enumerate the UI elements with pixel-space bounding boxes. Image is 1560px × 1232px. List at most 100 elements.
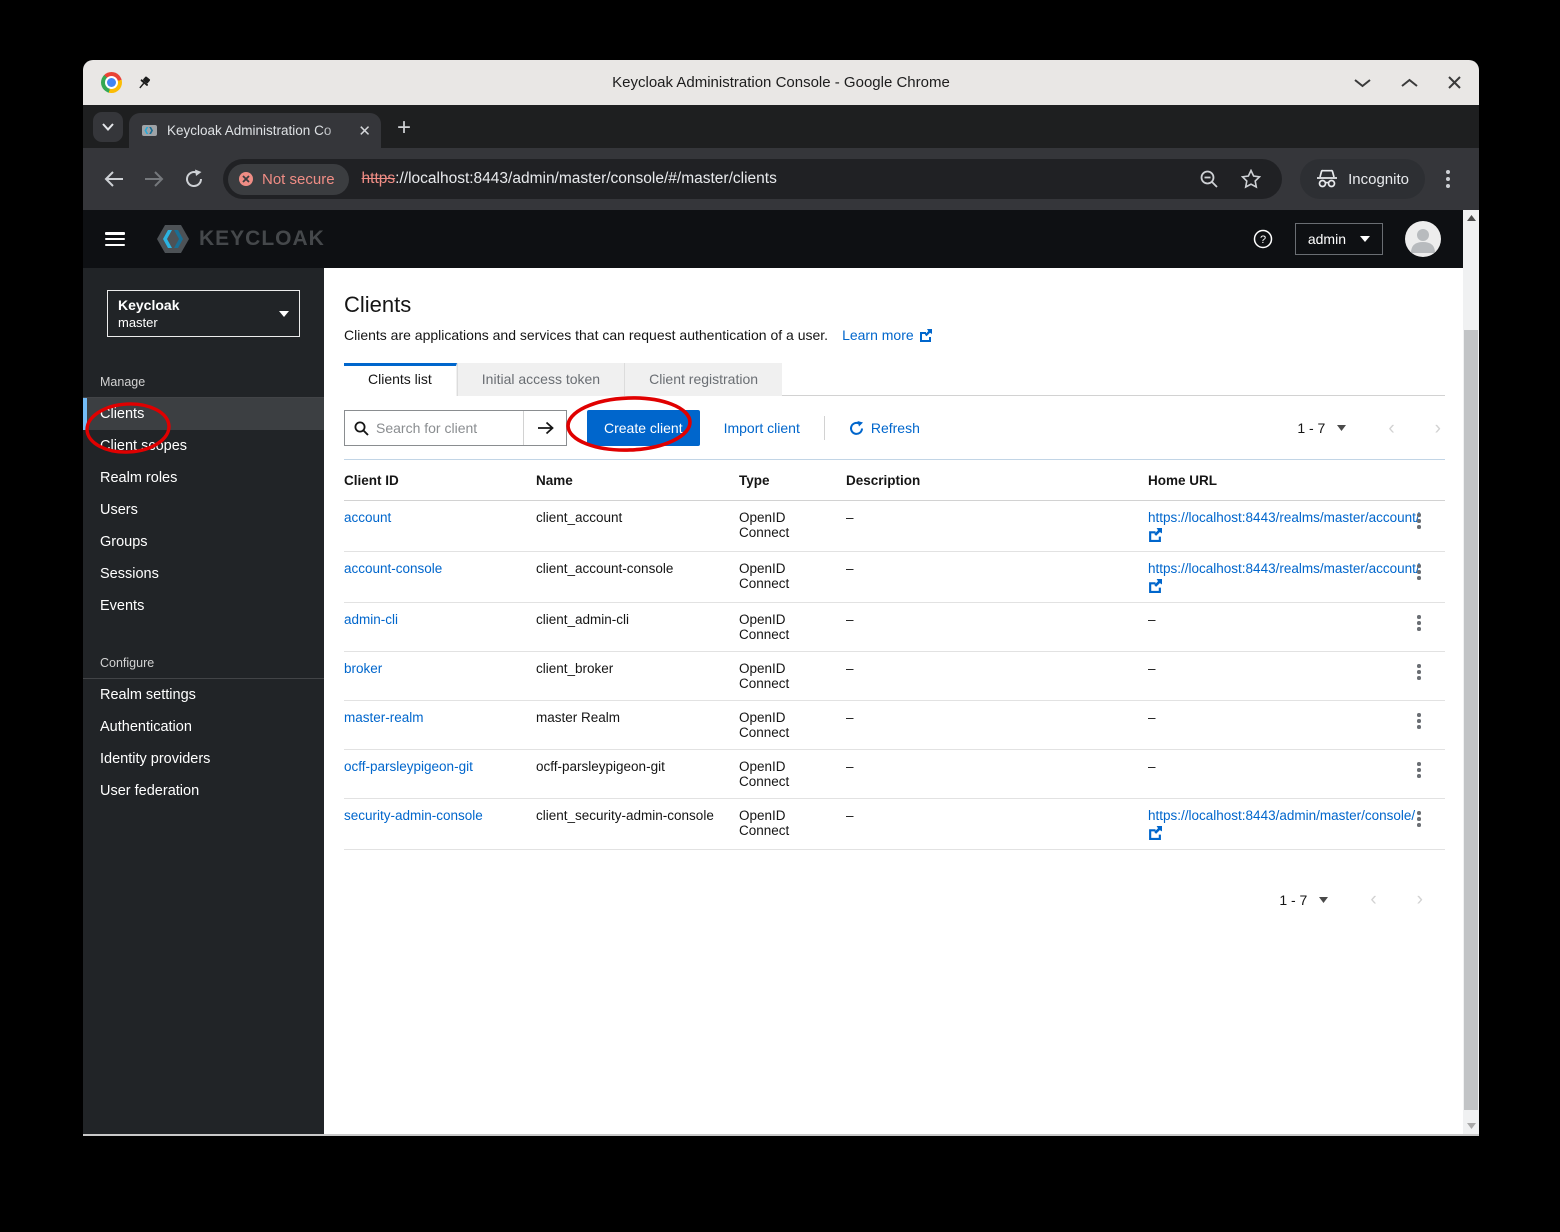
scrollbar-down-arrow[interactable] <box>1463 1118 1479 1134</box>
pagination-next-button[interactable]: › <box>1417 890 1423 909</box>
client-id-link[interactable]: account <box>344 510 391 525</box>
pagination-range: 1 - 7 <box>1279 891 1308 908</box>
browser-tab-active[interactable]: Keycloak Administration Co ✕ <box>129 113 381 148</box>
realm-selector[interactable]: Keycloak master <box>107 290 300 337</box>
refresh-button[interactable]: Refresh <box>849 420 920 436</box>
table-row: broker client_broker OpenID Connect – – <box>344 651 1445 701</box>
address-bar[interactable]: Not secure https://localhost:8443/admin/… <box>223 159 1283 199</box>
window-close-button[interactable] <box>1448 76 1461 89</box>
sidebar-item-identity-providers[interactable]: Identity providers <box>83 743 324 775</box>
not-secure-chip[interactable]: Not secure <box>228 163 349 195</box>
client-description: – <box>846 500 1148 552</box>
client-description: – <box>846 651 1148 701</box>
home-url-external-icon[interactable] <box>1148 528 1393 542</box>
sidebar-item-sessions[interactable]: Sessions <box>83 558 324 590</box>
sidebar-item-client-scopes[interactable]: Client scopes <box>83 430 324 462</box>
tab-search-button[interactable] <box>93 112 123 142</box>
create-client-button[interactable]: Create client <box>587 410 700 446</box>
client-name: client_account-console <box>536 551 739 603</box>
tab-title: Keycloak Administration Co <box>167 123 332 138</box>
home-url-empty: – <box>1148 710 1156 725</box>
row-actions-kebab[interactable] <box>1403 612 1435 631</box>
forward-button[interactable] <box>137 162 171 196</box>
nav-toggle-icon[interactable] <box>105 232 125 246</box>
keycloak-logo[interactable]: KEYCLOAK <box>155 223 325 255</box>
client-id-link[interactable]: security-admin-console <box>344 808 483 823</box>
import-client-link[interactable]: Import client <box>724 420 800 436</box>
row-actions-kebab[interactable] <box>1403 710 1435 729</box>
page-scrollbar[interactable] <box>1463 210 1479 1134</box>
home-url-empty: – <box>1148 759 1156 774</box>
user-name: admin <box>1307 231 1346 247</box>
tab-clients-list[interactable]: Clients list <box>344 363 457 396</box>
row-actions-kebab[interactable] <box>1403 661 1435 680</box>
sidebar-item-user-federation[interactable]: User federation <box>83 775 324 807</box>
zoom-out-icon[interactable] <box>1192 162 1226 196</box>
pagination-top: 1 - 7 ‹ › <box>1297 419 1445 438</box>
home-url-link[interactable]: https://localhost:8443/realms/master/acc… <box>1148 510 1420 525</box>
client-id-link[interactable]: account-console <box>344 561 442 576</box>
home-url-external-icon[interactable] <box>1148 579 1393 593</box>
sidebar-item-realm-settings[interactable]: Realm settings <box>83 679 324 711</box>
client-description: – <box>846 798 1148 850</box>
client-type: OpenID Connect <box>739 749 846 799</box>
pagination-next-button[interactable]: › <box>1435 419 1441 438</box>
search-input[interactable] <box>376 420 506 436</box>
table-row: security-admin-console client_security-ad… <box>344 798 1445 850</box>
pagination-prev-button[interactable]: ‹ <box>1388 419 1394 438</box>
home-url-external-icon[interactable] <box>1148 826 1393 840</box>
scrollbar-up-arrow[interactable] <box>1463 210 1479 226</box>
page-viewport: KEYCLOAK ? admin Keycloak master Manage … <box>83 210 1479 1134</box>
sidebar-item-realm-roles[interactable]: Realm roles <box>83 462 324 494</box>
sidebar-item-clients[interactable]: Clients <box>83 398 324 430</box>
client-name: master Realm <box>536 700 739 750</box>
reload-button[interactable] <box>177 162 211 196</box>
sidebar: Keycloak master Manage Clients Client scop… <box>83 268 324 1134</box>
realm-selector-current: master <box>118 315 158 330</box>
browser-menu-button[interactable] <box>1431 162 1465 196</box>
scrollbar-thumb[interactable] <box>1464 330 1478 1110</box>
pagination-prev-button[interactable]: ‹ <box>1370 890 1376 909</box>
user-dropdown[interactable]: admin <box>1294 223 1383 255</box>
tab-initial-access-token[interactable]: Initial access token <box>456 363 625 396</box>
client-name: client_security-admin-console <box>536 798 739 850</box>
sidebar-item-authentication[interactable]: Authentication <box>83 711 324 743</box>
chevron-down-icon <box>279 310 289 317</box>
sidebar-item-events[interactable]: Events <box>83 590 324 622</box>
client-id-link[interactable]: master-realm <box>344 710 424 725</box>
table-row: master-realm master Realm OpenID Connect – – <box>344 700 1445 750</box>
home-url-link[interactable]: https://localhost:8443/realms/master/acc… <box>1148 561 1420 576</box>
svg-text:?: ? <box>1260 234 1266 246</box>
home-url-link[interactable]: https://localhost:8443/admin/master/cons… <box>1148 808 1415 823</box>
pagination-range: 1 - 7 <box>1297 420 1326 436</box>
help-icon[interactable]: ? <box>1253 229 1273 249</box>
tab-client-registration[interactable]: Client registration <box>624 363 783 396</box>
column-header: Client ID <box>344 460 536 501</box>
new-tab-button[interactable]: + <box>397 116 411 140</box>
search-submit-button[interactable] <box>523 411 566 445</box>
client-type: OpenID Connect <box>739 700 846 750</box>
bookmark-star-icon[interactable] <box>1234 162 1268 196</box>
incognito-label: Incognito <box>1348 170 1409 188</box>
client-description: – <box>846 602 1148 652</box>
search-icon <box>354 421 369 436</box>
tab-close-icon[interactable]: ✕ <box>358 122 371 140</box>
window-minimize-button[interactable] <box>1354 78 1371 88</box>
client-id-link[interactable]: ocff-parsleypigeon-git <box>344 759 473 774</box>
row-actions-kebab[interactable] <box>1403 759 1435 778</box>
window-maximize-button[interactable] <box>1401 78 1418 88</box>
back-button[interactable] <box>97 162 131 196</box>
avatar[interactable] <box>1405 221 1441 257</box>
pagination-menu-caret[interactable] <box>1319 896 1329 903</box>
client-id-link[interactable]: admin-cli <box>344 612 398 627</box>
sidebar-item-users[interactable]: Users <box>83 494 324 526</box>
nav-section-label: Configure <box>83 648 324 679</box>
url-text: https://localhost:8443/admin/master/cons… <box>361 170 777 187</box>
sidebar-item-groups[interactable]: Groups <box>83 526 324 558</box>
external-link-icon <box>1149 826 1162 840</box>
realm-selector-title: Keycloak <box>118 297 180 313</box>
pagination-menu-caret[interactable] <box>1337 425 1347 431</box>
client-id-link[interactable]: broker <box>344 661 382 676</box>
client-type: OpenID Connect <box>739 500 846 552</box>
learn-more-link[interactable]: Learn more <box>842 327 932 343</box>
